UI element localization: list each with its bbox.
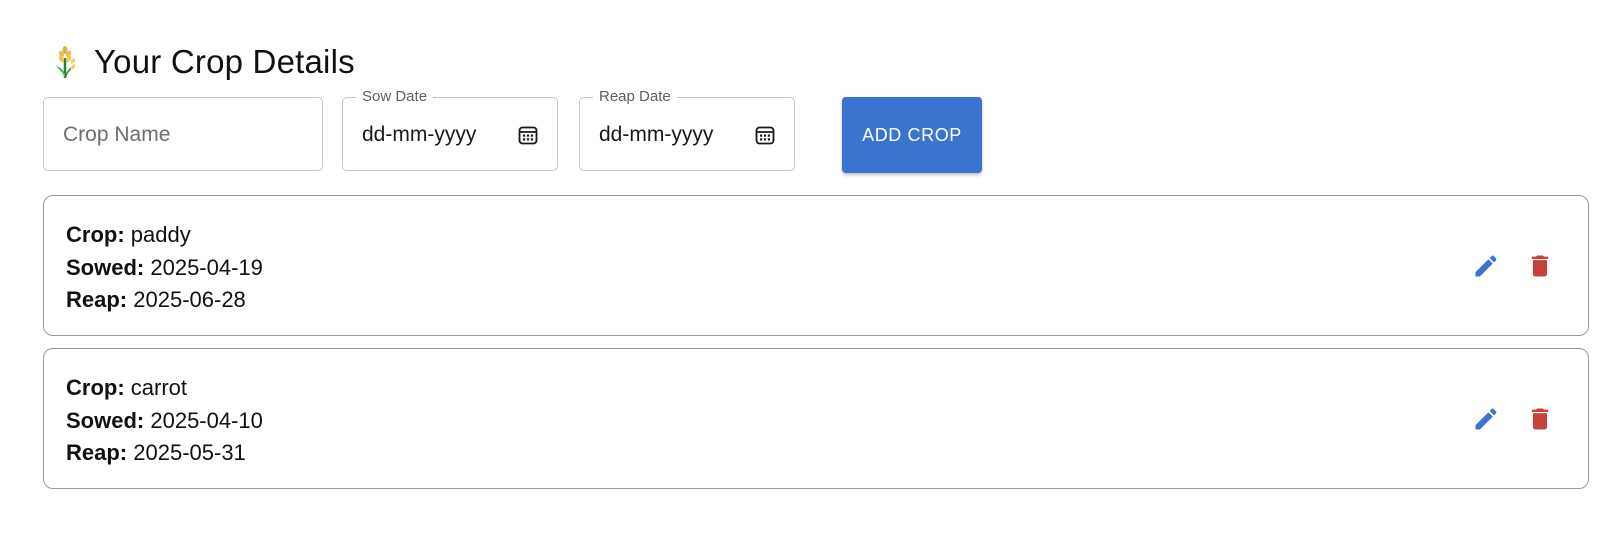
- crop-card: Crop: carrot Sowed: 2025-04-10 Reap: 202…: [43, 348, 1589, 489]
- reap-row: Reap: 2025-05-31: [66, 437, 263, 470]
- calendar-icon[interactable]: [517, 124, 539, 146]
- sowed-label: Sowed:: [66, 407, 145, 433]
- delete-button[interactable]: [1523, 402, 1557, 436]
- reap-row: Reap: 2025-06-28: [66, 284, 263, 317]
- sow-date-label: Sow Date: [356, 87, 434, 107]
- pencil-icon: [1475, 255, 1497, 277]
- sowed-label: Sowed:: [66, 254, 145, 280]
- delete-button[interactable]: [1523, 249, 1557, 283]
- sow-date-field: Sow Date dd-mm-yyyy: [342, 87, 558, 171]
- crop-info: Crop: paddy Sowed: 2025-04-19 Reap: 2025…: [66, 219, 263, 317]
- add-crop-button[interactable]: ADD CROP: [842, 97, 982, 173]
- page-header: Your Crop Details: [52, 40, 355, 84]
- sowed-row: Sowed: 2025-04-19: [66, 252, 263, 285]
- trash-icon: [1531, 255, 1549, 277]
- reap-value: 2025-06-28: [133, 287, 246, 312]
- crop-name-field: [43, 97, 323, 171]
- sowed-row: Sowed: 2025-04-10: [66, 405, 263, 438]
- reap-date-input[interactable]: dd-mm-yyyy: [599, 120, 713, 150]
- crop-name-row: Crop: carrot: [66, 372, 263, 405]
- reap-label: Reap:: [66, 287, 128, 312]
- reap-date-field: Reap Date dd-mm-yyyy: [579, 87, 795, 171]
- edit-button[interactable]: [1469, 402, 1503, 436]
- crop-label: Crop:: [66, 222, 125, 247]
- crop-card: Crop: paddy Sowed: 2025-04-19 Reap: 2025…: [43, 195, 1589, 336]
- crop-name-value: paddy: [130, 222, 191, 247]
- calendar-icon[interactable]: [754, 124, 776, 146]
- sowed-value: 2025-04-10: [150, 407, 263, 433]
- edit-button[interactable]: [1469, 249, 1503, 283]
- crop-name-value: carrot: [130, 375, 188, 400]
- wheat-icon: [52, 43, 80, 81]
- page-title: Your Crop Details: [94, 43, 355, 80]
- sowed-value: 2025-04-19: [150, 254, 263, 280]
- reap-value: 2025-05-31: [133, 440, 246, 465]
- trash-icon: [1531, 408, 1549, 430]
- sow-date-input[interactable]: dd-mm-yyyy: [362, 120, 476, 150]
- crop-name-input[interactable]: [63, 120, 243, 150]
- crop-info: Crop: carrot Sowed: 2025-04-10 Reap: 202…: [66, 372, 263, 470]
- reap-date-label: Reap Date: [593, 87, 677, 107]
- crop-details-page: Your Crop Details Sow Date dd-mm-yyyy: [0, 0, 1618, 538]
- pencil-icon: [1475, 408, 1497, 430]
- reap-label: Reap:: [66, 440, 128, 465]
- crop-name-row: Crop: paddy: [66, 219, 263, 252]
- crop-label: Crop:: [66, 375, 125, 400]
